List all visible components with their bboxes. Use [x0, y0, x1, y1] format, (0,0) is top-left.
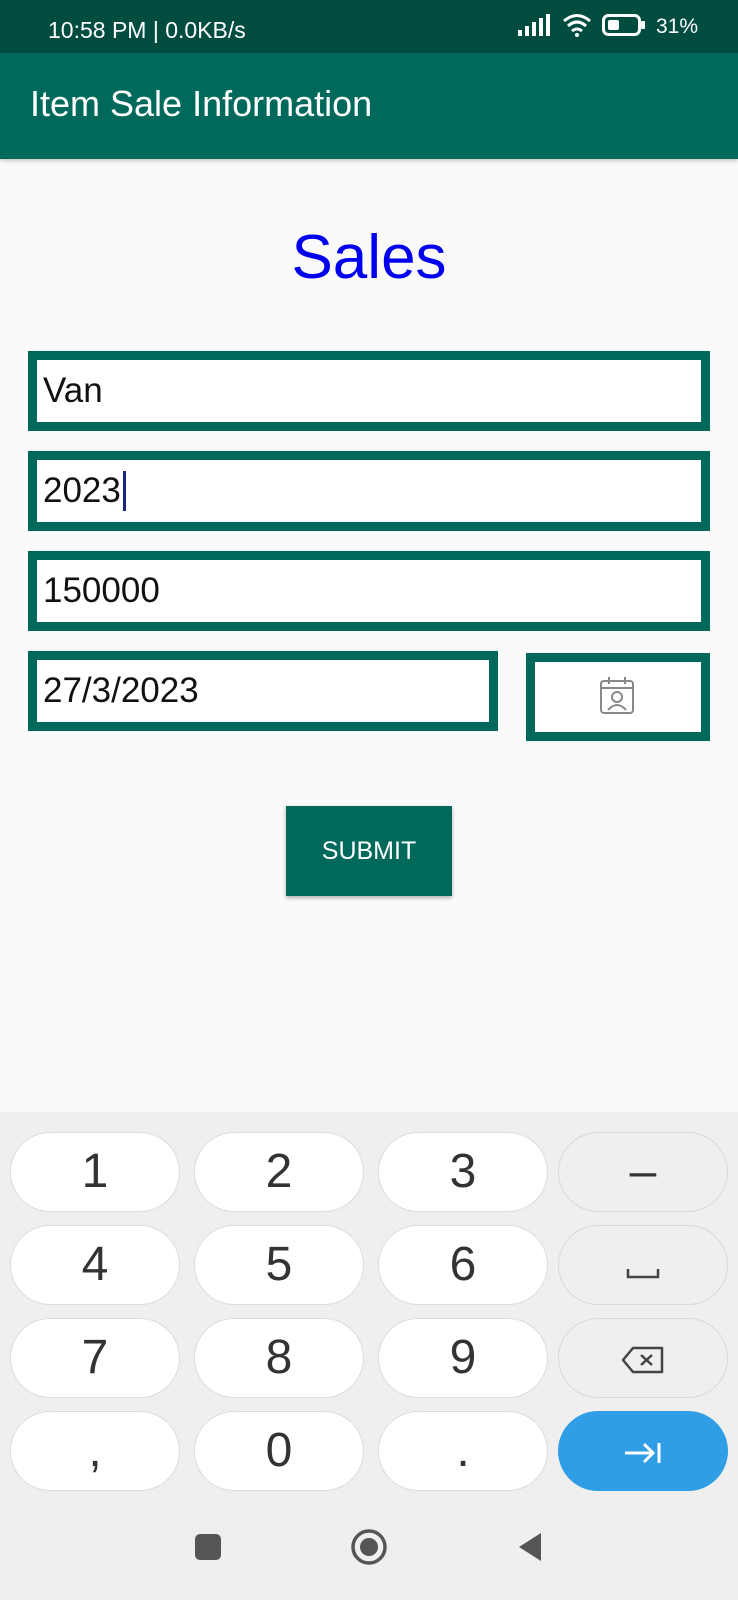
- key-label: 3: [449, 1145, 477, 1198]
- year-input[interactable]: 2023: [28, 451, 710, 531]
- key-label: 5: [265, 1238, 293, 1291]
- key-label: –: [629, 1145, 657, 1198]
- key-8[interactable]: 8: [194, 1318, 364, 1398]
- signal-icon: [517, 14, 552, 40]
- key-0[interactable]: 0: [194, 1411, 364, 1491]
- wifi-icon: [562, 13, 592, 41]
- key-label: 6: [449, 1238, 477, 1291]
- battery-percent: 31%: [655, 15, 698, 38]
- key-2[interactable]: 2: [194, 1132, 364, 1212]
- key-label: 7: [81, 1331, 109, 1384]
- space-icon: [625, 1238, 661, 1293]
- key-9[interactable]: 9: [378, 1318, 548, 1398]
- key-3[interactable]: 3: [378, 1132, 548, 1212]
- status-icons: 31%: [517, 13, 698, 41]
- key-label: 9: [449, 1331, 477, 1384]
- backspace-key[interactable]: [558, 1318, 728, 1398]
- page-heading: Sales: [291, 223, 447, 292]
- item-name-value: Van: [43, 371, 103, 410]
- space-key[interactable]: [558, 1225, 728, 1305]
- key-label: .: [456, 1424, 470, 1477]
- key-label: 2: [265, 1145, 293, 1198]
- text-cursor: [122, 471, 126, 511]
- back-triangle-icon: [515, 1531, 545, 1567]
- item-name-input[interactable]: Van: [28, 351, 710, 431]
- key-label: ,: [88, 1424, 102, 1477]
- year-value: 2023: [43, 471, 121, 510]
- status-time: 10:58 PM | 0.0KB/s: [48, 17, 246, 43]
- numeric-keyboard: 1 2 3 – 4 5 6 7 8 9 , 0 .: [0, 1112, 738, 1498]
- app-bar: Item Sale Information: [0, 53, 738, 159]
- recents-button[interactable]: [185, 1526, 231, 1572]
- backspace-icon: [621, 1331, 665, 1386]
- home-button[interactable]: [346, 1526, 392, 1572]
- home-circle-icon: [350, 1528, 388, 1570]
- key-label: 1: [81, 1145, 109, 1198]
- key-label: 0: [265, 1424, 293, 1477]
- date-input[interactable]: 27/3/2023: [28, 651, 498, 731]
- status-bar: 10:58 PM | 0.0KB/s 31%: [0, 0, 738, 53]
- next-key[interactable]: [558, 1411, 728, 1491]
- square-icon: [193, 1532, 223, 1566]
- key-label: 4: [81, 1238, 109, 1291]
- key-4[interactable]: 4: [10, 1225, 180, 1305]
- app-title: Item Sale Information: [30, 83, 373, 124]
- key-comma[interactable]: ,: [10, 1411, 180, 1491]
- key-5[interactable]: 5: [194, 1225, 364, 1305]
- key-7[interactable]: 7: [10, 1318, 180, 1398]
- submit-button[interactable]: SUBMIT: [286, 806, 452, 896]
- battery-icon: [601, 13, 646, 41]
- key-minus[interactable]: –: [558, 1132, 728, 1212]
- calendar-icon: [597, 674, 639, 720]
- key-label: 8: [265, 1331, 293, 1384]
- key-1[interactable]: 1: [10, 1132, 180, 1212]
- key-6[interactable]: 6: [378, 1225, 548, 1305]
- back-button[interactable]: [507, 1526, 553, 1572]
- system-nav-bar: [0, 1498, 738, 1600]
- key-period[interactable]: .: [378, 1411, 548, 1491]
- calendar-button[interactable]: [526, 653, 710, 741]
- tab-next-icon: [621, 1424, 665, 1479]
- date-value: 27/3/2023: [43, 671, 199, 710]
- amount-value: 150000: [43, 571, 160, 610]
- amount-input[interactable]: 150000: [28, 551, 710, 631]
